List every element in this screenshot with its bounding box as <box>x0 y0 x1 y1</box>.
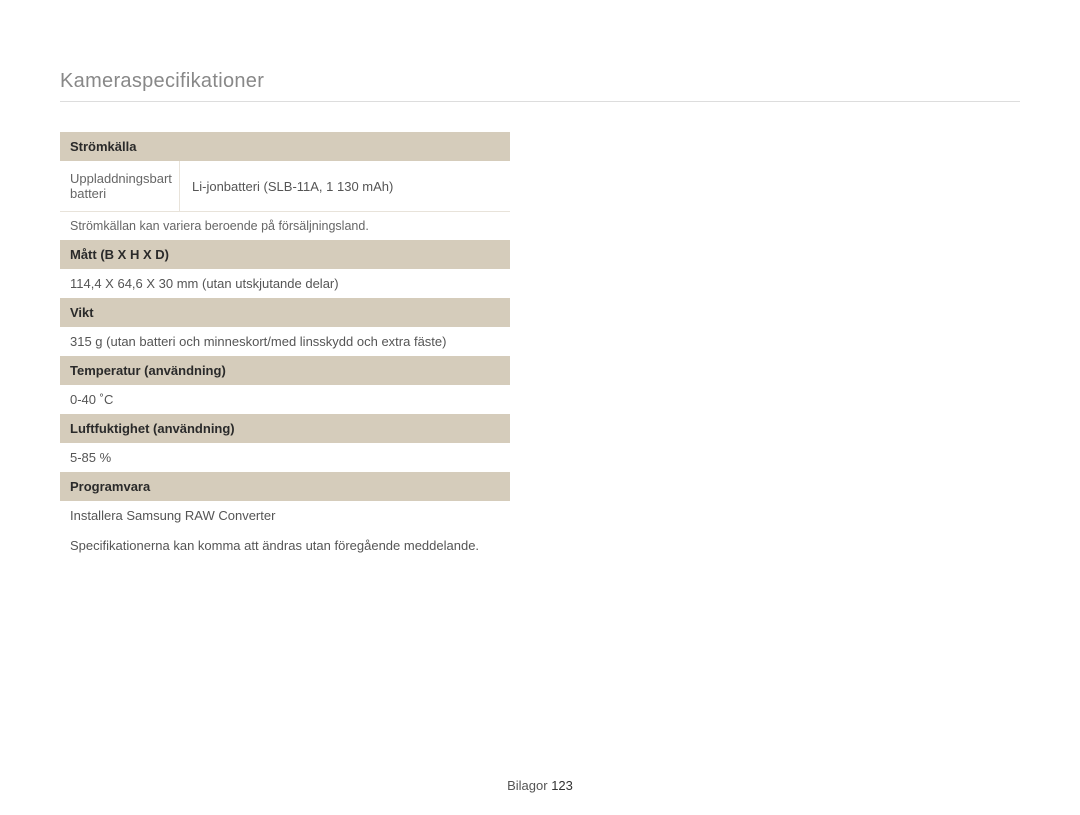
spec-header-dimensions: Mått (B X H X D) <box>60 240 510 269</box>
footer-page-number: 123 <box>551 778 573 793</box>
spec-value-software: Installera Samsung RAW Converter <box>60 501 510 530</box>
spec-header-weight: Vikt <box>60 298 510 327</box>
spec-value-weight: 315 g (utan batteri och minneskort/med l… <box>60 327 510 356</box>
spec-header-humidity: Luftfuktighet (användning) <box>60 414 510 443</box>
spec-header-temperature: Temperatur (användning) <box>60 356 510 385</box>
spec-value-battery: Li-jonbatteri (SLB-11A, 1 130 mAh) <box>180 161 510 211</box>
footer-section: Bilagor <box>507 778 547 793</box>
spec-header-power: Strömkälla <box>60 132 510 161</box>
spec-value-temperature: 0-40 ˚C <box>60 385 510 414</box>
spec-label-battery: Uppladdningsbart batteri <box>60 161 180 211</box>
page-title: Kameraspecifikationer <box>60 70 1020 102</box>
spec-table: Strömkälla Uppladdningsbart batteri Li-j… <box>60 132 510 530</box>
page-footer: Bilagor 123 <box>0 778 1080 793</box>
final-note: Specifikationerna kan komma att ändras u… <box>60 530 580 561</box>
spec-value-humidity: 5-85 % <box>60 443 510 472</box>
spec-value-dimensions: 114,4 X 64,6 X 30 mm (utan utskjutande d… <box>60 269 510 298</box>
page-content: Kameraspecifikationer Strömkälla Uppladd… <box>0 0 1080 561</box>
spec-row-power: Uppladdningsbart batteri Li-jonbatteri (… <box>60 161 510 212</box>
spec-note-power: Strömkällan kan variera beroende på förs… <box>60 212 510 240</box>
spec-header-software: Programvara <box>60 472 510 501</box>
